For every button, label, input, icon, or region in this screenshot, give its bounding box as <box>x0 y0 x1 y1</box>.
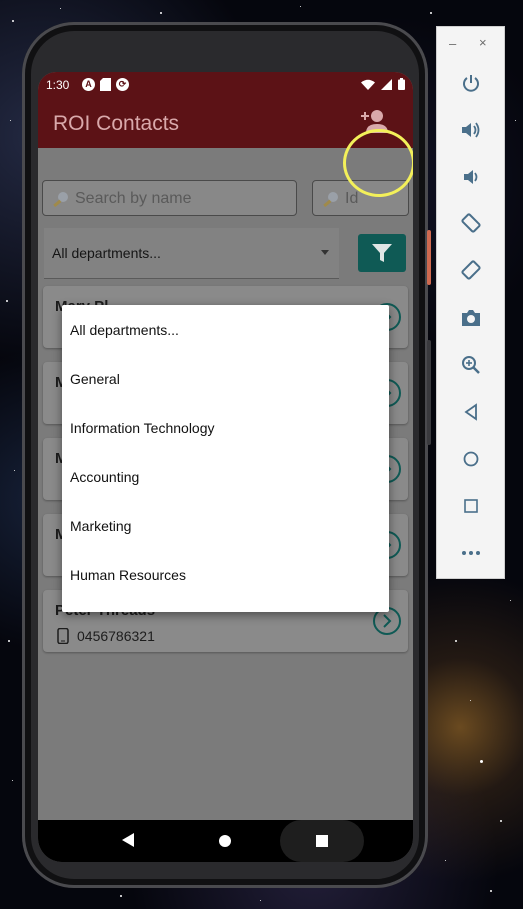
phone-power-button <box>427 230 431 285</box>
rotate-right-icon[interactable] <box>457 257 485 285</box>
overview-icon[interactable] <box>457 492 485 520</box>
menu-item-general[interactable]: General <box>62 354 389 403</box>
id-placeholder: Id <box>345 190 359 207</box>
menu-item-marketing[interactable]: Marketing <box>62 501 389 550</box>
filter-button[interactable] <box>358 234 406 272</box>
highlight-circle <box>343 129 413 197</box>
funnel-icon <box>372 244 392 262</box>
power-icon[interactable] <box>457 69 485 97</box>
search-placeholder: Search by name <box>75 190 192 207</box>
volume-down-icon[interactable] <box>457 163 485 191</box>
sync-circle-icon: ⟳ <box>116 78 129 91</box>
department-dropdown[interactable]: All departments... <box>44 228 339 279</box>
app-title: ROI Contacts <box>53 112 180 135</box>
zoom-icon[interactable] <box>457 351 485 379</box>
search-input[interactable]: Search by name <box>42 180 297 216</box>
phone-volume-button <box>427 340 431 445</box>
home-icon[interactable] <box>457 445 485 473</box>
a-circle-icon: A <box>82 78 95 91</box>
menu-item-accounting[interactable]: Accounting <box>62 452 389 501</box>
menu-item-all-departments[interactable]: All departments... <box>62 305 389 354</box>
contact-phone: 0456786321 <box>77 628 155 644</box>
camera-icon[interactable] <box>457 304 485 332</box>
status-bar: 1:30 A ⟳ <box>38 72 413 98</box>
search-icon <box>53 191 69 212</box>
phone-icon <box>57 628 69 644</box>
status-time: 1:30 <box>46 78 70 92</box>
signal-icon <box>381 78 392 93</box>
menu-item-information-technology[interactable]: Information Technology <box>62 403 389 452</box>
nav-overview-icon[interactable] <box>316 835 328 847</box>
nav-home-icon[interactable] <box>219 835 231 847</box>
wifi-icon <box>361 79 375 93</box>
close-button[interactable]: × <box>479 35 487 50</box>
nav-back-icon[interactable] <box>122 833 134 847</box>
chevron-down-icon <box>321 250 329 255</box>
department-selected: All departments... <box>52 245 161 261</box>
search-icon <box>323 191 339 212</box>
department-dropdown-menu: All departments... General Information T… <box>62 305 389 612</box>
phone-screen: 1:30 A ⟳ ROI Contacts Search by name Id … <box>38 72 413 862</box>
menu-item-human-resources[interactable]: Human Resources <box>62 550 389 599</box>
battery-icon <box>398 78 405 93</box>
sd-card-icon <box>100 78 111 94</box>
volume-up-icon[interactable] <box>457 116 485 144</box>
navigation-bar <box>38 820 413 862</box>
emulator-toolbar: – × <box>436 26 505 579</box>
minimize-button[interactable]: – <box>449 36 456 51</box>
rotate-left-icon[interactable] <box>457 210 485 238</box>
back-icon[interactable] <box>457 398 485 426</box>
more-icon[interactable] <box>457 539 485 567</box>
